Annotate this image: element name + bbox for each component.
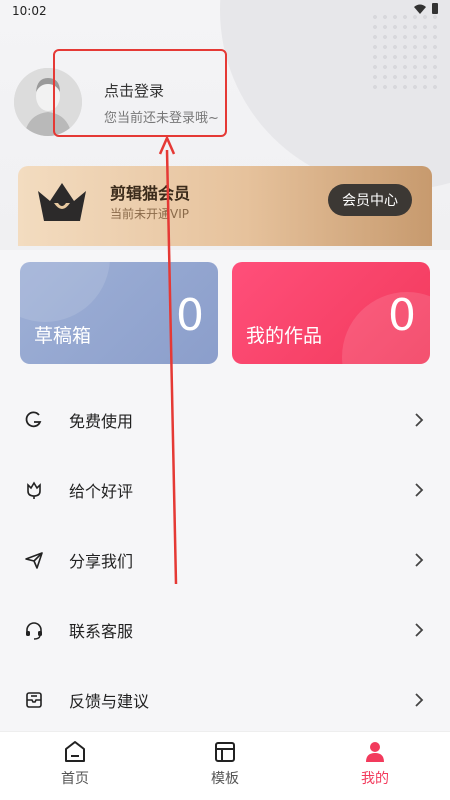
decorative-dot-grid xyxy=(370,12,440,92)
wifi-icon xyxy=(414,4,426,14)
home-icon xyxy=(65,741,85,762)
vip-title: 剪辑猫会员 xyxy=(110,184,191,203)
menu-item-label: 分享我们 xyxy=(69,552,134,571)
g-letter-icon xyxy=(25,411,42,428)
decorative-blob xyxy=(20,262,110,322)
works-label: 我的作品 xyxy=(246,325,323,347)
menu-item-rate[interactable]: 给个好评 xyxy=(0,455,450,525)
menu-item-label: 联系客服 xyxy=(69,622,134,641)
chevron-right-icon xyxy=(415,623,424,637)
works-card[interactable]: 我的作品 0 xyxy=(232,262,430,364)
template-icon xyxy=(215,742,235,762)
bottom-tab-bar: 首页 模板 我的 xyxy=(0,731,450,800)
headset-icon xyxy=(26,622,42,640)
drafts-count: 0 xyxy=(176,290,204,341)
status-icons xyxy=(414,3,438,14)
chevron-right-icon xyxy=(415,553,424,567)
chevron-right-icon xyxy=(415,693,424,707)
tab-home[interactable]: 首页 xyxy=(30,740,120,788)
paper-plane-icon xyxy=(25,552,43,569)
works-count: 0 xyxy=(388,290,416,341)
flower-icon xyxy=(27,481,41,499)
menu-item-free-use[interactable]: 免费使用 xyxy=(0,385,450,455)
tab-profile[interactable]: 我的 xyxy=(330,740,420,788)
vip-crown-icon xyxy=(38,183,86,221)
vip-center-button[interactable]: 会员中心 xyxy=(328,184,412,216)
menu-item-support[interactable]: 联系客服 xyxy=(0,595,450,665)
menu-item-feedback[interactable]: 反馈与建议 xyxy=(0,665,450,735)
menu-item-label: 给个好评 xyxy=(69,482,134,501)
annotation-highlight-box xyxy=(53,49,227,137)
settings-menu: 免费使用 给个好评 分享我们 联系客服 反馈与建议 xyxy=(0,385,450,735)
vip-status: 当前未开通VIP xyxy=(110,207,189,221)
tab-home-label: 首页 xyxy=(61,771,89,787)
battery-icon xyxy=(432,3,438,14)
menu-item-label: 反馈与建议 xyxy=(69,692,150,711)
chevron-right-icon xyxy=(415,483,424,497)
feedback-icon xyxy=(26,692,42,708)
status-time: 10:02 xyxy=(12,4,47,18)
menu-item-share[interactable]: 分享我们 xyxy=(0,525,450,595)
profile-icon xyxy=(366,742,384,762)
tab-profile-label: 我的 xyxy=(361,771,389,787)
status-bar: 10:02 xyxy=(0,0,450,22)
tab-templates-label: 模板 xyxy=(211,771,239,787)
drafts-label: 草稿箱 xyxy=(34,325,92,347)
decorative-blob xyxy=(342,292,430,364)
menu-item-label: 免费使用 xyxy=(69,412,134,431)
chevron-right-icon xyxy=(415,413,424,427)
tab-templates[interactable]: 模板 xyxy=(180,740,270,788)
drafts-card[interactable]: 草稿箱 0 xyxy=(20,262,218,364)
